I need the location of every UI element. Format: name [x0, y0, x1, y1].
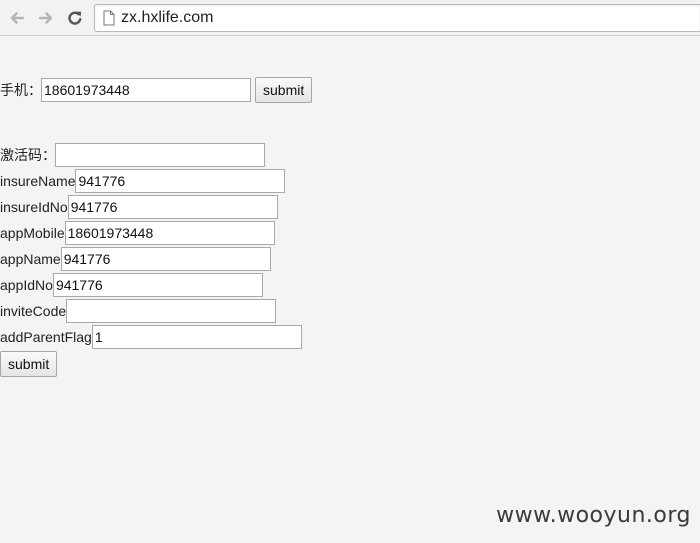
- field-label: insureIdNo: [0, 199, 68, 215]
- field-label: inviteCode: [0, 303, 67, 319]
- phone-form: 手机： submit: [0, 77, 313, 103]
- field-label: appMobile: [0, 225, 65, 241]
- forward-button[interactable]: [34, 6, 58, 30]
- invite-code-input[interactable]: [66, 299, 277, 323]
- add-parent-flag-input[interactable]: [91, 325, 302, 349]
- activation-submit-button[interactable]: submit: [0, 351, 58, 377]
- activation-submit-row: submit: [0, 351, 58, 377]
- field-label: appIdNo: [0, 277, 53, 293]
- field-label: appName: [0, 251, 61, 267]
- reload-icon: [68, 11, 82, 25]
- activation-label: 激活码：: [0, 147, 56, 163]
- back-button[interactable]: [5, 6, 29, 30]
- page-content: 手机： submit 激活码： insureName insureIdNo ap…: [0, 37, 700, 543]
- watermark-text: www.wooyun.org: [496, 503, 691, 528]
- field-row-app-name: appName: [0, 247, 271, 271]
- field-row-insure-id-no: insureIdNo: [0, 195, 278, 219]
- back-arrow-icon: [10, 12, 25, 24]
- insure-id-no-input[interactable]: [67, 195, 278, 219]
- browser-toolbar: zx.hxlife.com: [0, 0, 700, 36]
- app-id-no-input[interactable]: [52, 273, 263, 297]
- reload-button[interactable]: [63, 6, 87, 30]
- phone-submit-button[interactable]: submit: [255, 77, 313, 103]
- phone-input[interactable]: [41, 78, 251, 102]
- app-mobile-input[interactable]: [64, 221, 275, 245]
- address-bar[interactable]: zx.hxlife.com: [94, 4, 700, 32]
- field-row-app-id-no: appIdNo: [0, 273, 263, 297]
- field-row-insure-name: insureName: [0, 169, 286, 193]
- forward-arrow-icon: [38, 12, 53, 24]
- app-name-input[interactable]: [60, 247, 271, 271]
- activation-row: 激活码：: [0, 143, 265, 167]
- field-label: insureName: [0, 173, 76, 189]
- field-label: addParentFlag: [0, 329, 92, 345]
- field-row-invite-code: inviteCode: [0, 299, 277, 323]
- activation-code-input[interactable]: [55, 143, 265, 167]
- field-row-app-mobile: appMobile: [0, 221, 275, 245]
- page-icon: [103, 10, 115, 26]
- url-text: zx.hxlife.com: [121, 9, 214, 26]
- insure-name-input[interactable]: [75, 169, 286, 193]
- field-row-add-parent-flag: addParentFlag: [0, 325, 302, 349]
- phone-label: 手机：: [0, 82, 42, 98]
